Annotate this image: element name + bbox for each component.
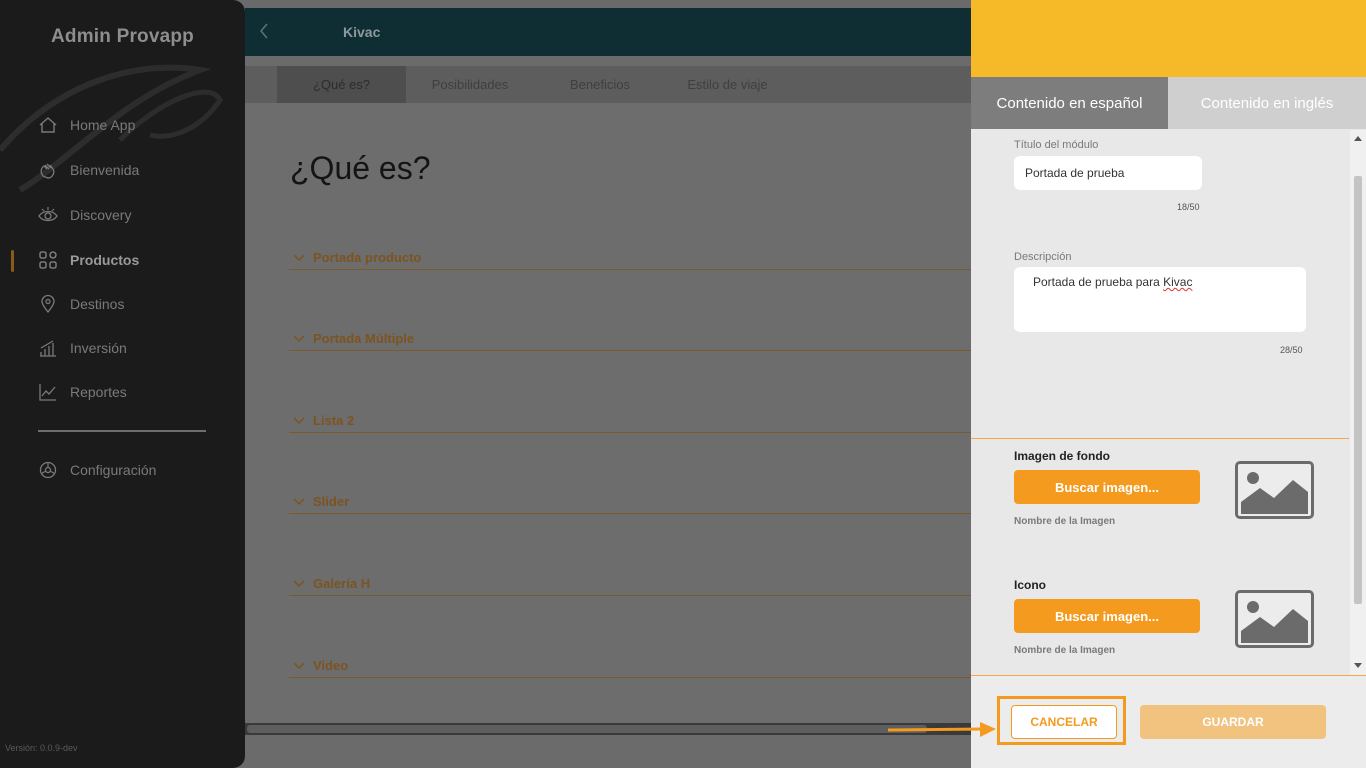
sidebar: Admin Provapp Home App Bienvenida Discov… — [0, 0, 245, 768]
pointer-arrow-icon — [888, 722, 996, 737]
panel-header — [971, 0, 1366, 77]
tab-que-es[interactable]: ¿Qué es? — [277, 66, 406, 103]
accordion-label: Galería H — [313, 576, 371, 591]
chevron-down-icon — [293, 579, 305, 587]
accordion-label: Portada Múltiple — [313, 331, 415, 346]
icon-image-name: Nombre de la Imagen — [1014, 645, 1116, 656]
sidebar-item-destinos[interactable]: Destinos — [38, 292, 124, 316]
sidebar-item-discovery[interactable]: Discovery — [38, 203, 131, 227]
version-label: Versión: 0.0.9-dev — [5, 743, 78, 753]
sidebar-item-label: Productos — [70, 252, 140, 268]
chevron-down-icon — [293, 497, 305, 505]
wave-hand-icon — [38, 160, 58, 180]
edit-panel: Contenido en español Contenido en inglés… — [971, 0, 1366, 768]
vertical-scrollbar[interactable] — [1350, 130, 1366, 675]
sidebar-item-label: Destinos — [70, 296, 125, 312]
bottom-area — [245, 735, 971, 768]
module-title-label: Título del módulo — [1014, 139, 1099, 151]
active-indicator — [11, 250, 14, 272]
gear-icon — [38, 460, 58, 480]
accordion-video[interactable]: Video — [289, 654, 971, 678]
background-image-name: Nombre de la Imagen — [1014, 516, 1116, 527]
grid-icon — [38, 250, 58, 270]
sidebar-item-label: Inversión — [70, 340, 127, 356]
module-title-counter: 18/50 — [1177, 202, 1200, 212]
accordion-portada-multiple[interactable]: Portada Múltiple — [289, 327, 971, 351]
accordion-label: Slider — [313, 494, 350, 509]
sidebar-item-label: Discovery — [70, 207, 132, 223]
image-placeholder-icon — [1235, 590, 1314, 648]
eye-icon — [38, 205, 58, 225]
sidebar-item-configuracion[interactable]: Configuración — [38, 458, 156, 482]
sidebar-item-reportes[interactable]: Reportes — [38, 380, 127, 404]
accordion-lista-2[interactable]: Lista 2 — [289, 409, 971, 433]
scroll-up-arrow-icon[interactable] — [1354, 136, 1362, 141]
description-misspelled-word: Kivac — [1163, 275, 1193, 289]
scrollbar-thumb[interactable] — [247, 725, 927, 733]
description-text: Portada de prueba para — [1033, 275, 1164, 289]
tab-posibilidades[interactable]: Posibilidades — [415, 66, 525, 103]
tab-contenido-espanol[interactable]: Contenido en español — [971, 77, 1168, 129]
accordion-label: Portada producto — [313, 250, 422, 265]
search-background-image-button[interactable]: Buscar imagen... — [1014, 470, 1200, 504]
chevron-left-icon[interactable] — [259, 22, 269, 45]
sidebar-item-label: Home App — [70, 117, 136, 133]
sidebar-divider — [38, 430, 206, 432]
search-icon-image-button[interactable]: Buscar imagen... — [1014, 599, 1200, 633]
accordion-label: Lista 2 — [313, 413, 355, 428]
sidebar-item-label: Configuración — [70, 462, 157, 478]
map-pin-icon — [38, 294, 58, 314]
header-bar: Kivac — [245, 8, 971, 56]
scrollbar-thumb[interactable] — [1354, 176, 1362, 604]
tab-estilo-de-viaje[interactable]: Estilo de viaje — [675, 66, 780, 103]
section-divider — [971, 438, 1349, 439]
accordion-portada-producto[interactable]: Portada producto — [289, 246, 971, 270]
background-image-title: Imagen de fondo — [1014, 449, 1110, 463]
sidebar-item-label: Reportes — [70, 384, 127, 400]
cancel-button[interactable]: CANCELAR — [1011, 705, 1117, 739]
chevron-down-icon — [293, 661, 305, 669]
sidebar-item-bienvenida[interactable]: Bienvenida — [38, 158, 139, 182]
home-icon — [38, 115, 58, 135]
product-title: Kivac — [343, 24, 381, 40]
chevron-down-icon — [293, 416, 305, 424]
description-textarea[interactable]: Portada de prueba para Kivac — [1014, 267, 1306, 332]
chevron-down-icon — [293, 253, 305, 261]
save-button[interactable]: GUARDAR — [1140, 705, 1326, 739]
accordion-slider[interactable]: Slider — [289, 490, 971, 514]
description-counter: 28/50 — [1280, 345, 1303, 355]
sidebar-item-inversion[interactable]: Inversión — [38, 336, 127, 360]
module-title-input[interactable]: Portada de prueba — [1014, 156, 1202, 190]
scroll-down-arrow-icon[interactable] — [1354, 663, 1362, 668]
chevron-down-icon — [293, 334, 305, 342]
app-title: Admin Provapp — [50, 26, 194, 47]
tab-contenido-ingles[interactable]: Contenido en inglés — [1168, 77, 1366, 129]
tabs-bar: ¿Qué es? Posibilidades Beneficios Estilo… — [245, 66, 971, 103]
tab-beneficios[interactable]: Beneficios — [550, 66, 650, 103]
icon-title: Icono — [1014, 578, 1046, 592]
sidebar-item-productos[interactable]: Productos — [38, 248, 139, 272]
sidebar-item-home-app[interactable]: Home App — [38, 113, 135, 137]
horizontal-scrollbar[interactable] — [245, 723, 971, 735]
line-chart-icon — [38, 382, 58, 402]
accordion-galeria-h[interactable]: Galería H — [289, 572, 971, 596]
bar-chart-icon — [38, 338, 58, 358]
page-title: ¿Qué es? — [290, 150, 431, 186]
image-placeholder-icon — [1235, 461, 1314, 519]
sidebar-item-label: Bienvenida — [70, 162, 140, 178]
top-strip — [245, 0, 971, 8]
accordion-label: Video — [313, 658, 349, 673]
description-label: Descripción — [1014, 251, 1072, 263]
